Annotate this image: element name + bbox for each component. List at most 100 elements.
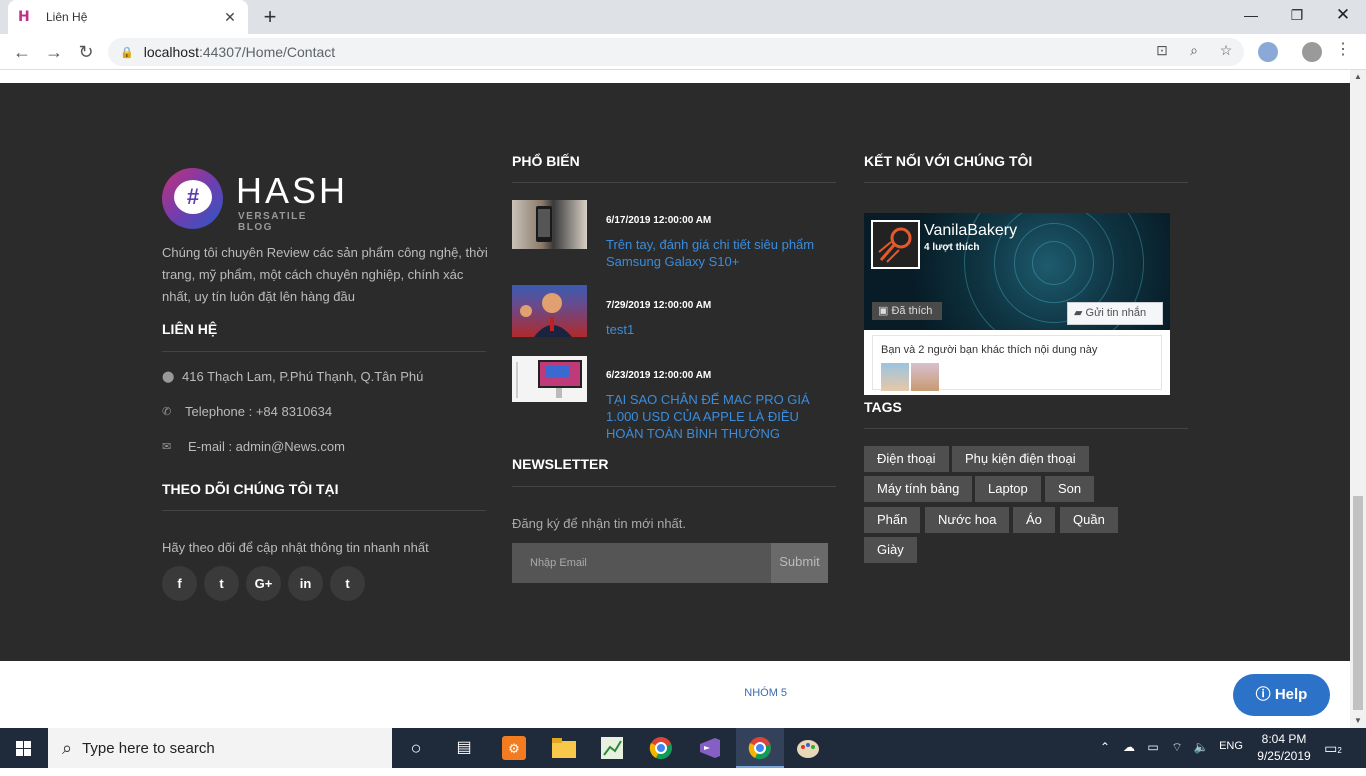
google-plus-icon[interactable]: G+ (246, 566, 281, 601)
post-title-link[interactable]: Trên tay, đánh giá chi tiết siêu phẩm Sa… (606, 236, 838, 270)
divider (864, 428, 1188, 429)
volume-icon[interactable]: 🔈 (1192, 740, 1210, 754)
divider (162, 510, 486, 511)
notification-icon[interactable]: ▭2 (1324, 740, 1342, 757)
scroll-down-icon[interactable]: ▼ (1350, 714, 1366, 728)
twitter-icon[interactable]: t (204, 566, 239, 601)
newsletter-submit-button[interactable]: Submit (771, 543, 828, 583)
tag-link[interactable]: Son (1045, 476, 1095, 502)
tag-link[interactable]: Áo (1013, 507, 1055, 533)
tab-close-icon[interactable]: ✕ (222, 9, 238, 26)
fb-page-avatar[interactable] (871, 220, 920, 269)
wifi-icon[interactable]: ⌔ (1168, 740, 1186, 755)
address-bar[interactable]: 🔒 localhost:44307/Home/Contact (108, 38, 1244, 66)
divider (162, 351, 486, 352)
restore-icon[interactable]: ❐ (1274, 0, 1320, 30)
post-date: 6/23/2019 12:00:00 AM (606, 370, 712, 381)
minimize-icon[interactable]: — (1228, 0, 1274, 30)
facebook-icon[interactable]: f (162, 566, 197, 601)
reload-icon[interactable]: ↻ (74, 40, 98, 64)
file-explorer-icon[interactable] (540, 728, 588, 768)
window-close-icon[interactable]: ✕ (1320, 0, 1366, 30)
linkedin-icon[interactable]: in (288, 566, 323, 601)
hashtag-icon: # (174, 180, 212, 214)
svg-text:⚙: ⚙ (508, 742, 520, 757)
contact-heading: LIÊN HỆ (162, 321, 218, 337)
scroll-thumb[interactable] (1353, 496, 1363, 710)
paint-icon[interactable] (784, 728, 832, 768)
browser-tabstrip: H Liên Hệ ✕ + — ❐ ✕ (0, 0, 1366, 34)
chrome-active-icon[interactable] (736, 728, 784, 768)
about-text: Chúng tôi chuyên Review các sản phẩm côn… (162, 245, 488, 304)
tag-link[interactable]: Giày (864, 537, 917, 563)
page-scrollbar[interactable]: ▲ ▼ (1350, 70, 1366, 728)
spreadsheet-icon[interactable] (588, 728, 636, 768)
chrome-icon[interactable] (637, 728, 685, 768)
tag-link[interactable]: Điện thoại (864, 446, 949, 472)
post-title-link[interactable]: TẠI SAO CHÂN ĐẾ MAC PRO GIÁ 1.000 USD CỦ… (606, 391, 838, 442)
forward-icon[interactable]: → (42, 40, 66, 64)
tag-link[interactable]: Laptop (975, 476, 1041, 502)
xampp-icon[interactable]: ⚙ (490, 728, 538, 768)
fb-page-name[interactable]: VanilaBakery (924, 222, 1017, 240)
help-button[interactable]: ⓘ Help (1233, 674, 1330, 716)
divider (512, 182, 836, 183)
taskbar-clock[interactable]: 8:04 PM 9/25/2019 (1254, 731, 1314, 765)
fb-message-button[interactable]: ▰ Gửi tin nhắn (1067, 302, 1163, 325)
tag-link[interactable]: Nước hoa (925, 507, 1010, 533)
post-thumbnail[interactable] (512, 285, 587, 337)
task-view-icon[interactable]: ○ (392, 728, 440, 768)
post-thumbnail[interactable] (512, 356, 587, 402)
copyright: BẢN QUYỀN © 2019 THIẾT KẾ BỞI NHÓM 5. (559, 687, 791, 699)
windows-taskbar: ⌕ Type here to search ○ ▤ ⚙ ⌃ ☁ ▭ ⌔ 🔈 EN… (0, 728, 1366, 768)
tab-favicon-icon: H (18, 9, 30, 25)
tag-link[interactable]: Phụ kiện điện thoại (952, 446, 1089, 472)
post-title-link[interactable]: test1 (606, 321, 838, 338)
onedrive-icon[interactable]: ☁ (1120, 740, 1138, 754)
copyright-link[interactable]: NHÓM 5 (744, 687, 787, 699)
extension-icon[interactable] (1258, 42, 1278, 62)
site-footer: # HASH VERSATILE BLOG Chúng tôi chuyên R… (0, 83, 1350, 661)
scroll-up-icon[interactable]: ▲ (1350, 70, 1366, 84)
battery-icon[interactable]: ▭ (1144, 740, 1162, 754)
map-pin-icon: ⬤ (162, 371, 175, 383)
tag-link[interactable]: Phấn (864, 507, 921, 533)
language-indicator[interactable]: ENG (1216, 740, 1246, 752)
post-thumbnail[interactable] (512, 200, 587, 249)
facebook-page-widget[interactable]: VanilaBakery 4 lượt thích ▣ Đã thích ▰ G… (864, 213, 1170, 395)
url-text: localhost:44307/Home/Contact (143, 44, 336, 60)
fb-liked-button[interactable]: ▣ Đã thích (872, 302, 942, 320)
phone-photo (536, 206, 552, 242)
friend-avatar[interactable] (911, 363, 939, 391)
newsletter-text: Đăng ký để nhận tin mới nhất. (512, 516, 687, 531)
menu-kebab-icon[interactable]: ⋮ (1333, 40, 1353, 60)
friend-avatar[interactable] (881, 363, 909, 391)
fb-friends-box: Bạn và 2 người bạn khác thích nội dung n… (872, 335, 1162, 391)
back-icon[interactable]: ← (10, 40, 34, 64)
browser-tab[interactable]: H Liên Hệ ✕ (8, 0, 248, 34)
newsletter-email-input[interactable]: Nhập Email (512, 543, 772, 583)
post-date: 6/17/2019 12:00:00 AM (606, 215, 712, 226)
tumblr-icon[interactable]: t (330, 566, 365, 601)
tray-chevron-icon[interactable]: ⌃ (1096, 740, 1114, 754)
logo-name: HASH (236, 170, 349, 211)
contact-address: ⬤ 416 Thạch Lam, P.Phú Thạnh, Q.Tân Phú (162, 369, 424, 384)
taskbar-search-input[interactable]: ⌕ Type here to search (48, 728, 392, 768)
tag-link[interactable]: Quần (1060, 507, 1118, 533)
divider (512, 486, 836, 487)
windows-start-icon[interactable] (0, 728, 48, 768)
contact-phone: ✆ Telephone : +84 8310634 (162, 404, 333, 419)
bookmark-star-icon[interactable]: ☆ (1216, 40, 1236, 60)
logo-circle-icon: # (162, 168, 223, 229)
visual-studio-icon[interactable] (686, 728, 734, 768)
question-icon: ⓘ (1255, 686, 1275, 703)
connect-heading: KẾT NỐI VỚI CHÚNG TÔI (864, 153, 1033, 169)
search-icon: ⌕ (62, 737, 73, 758)
tag-link[interactable]: Máy tính bảng (864, 476, 973, 502)
translate-icon[interactable]: ⊡ (1152, 40, 1172, 60)
profile-avatar-icon[interactable] (1302, 42, 1322, 62)
newsletter-heading: NEWSLETTER (512, 456, 609, 472)
zoom-icon[interactable]: ⌕ (1184, 40, 1204, 60)
new-tab-icon[interactable]: + (258, 5, 282, 29)
timeline-icon[interactable]: ▤ (440, 728, 488, 768)
